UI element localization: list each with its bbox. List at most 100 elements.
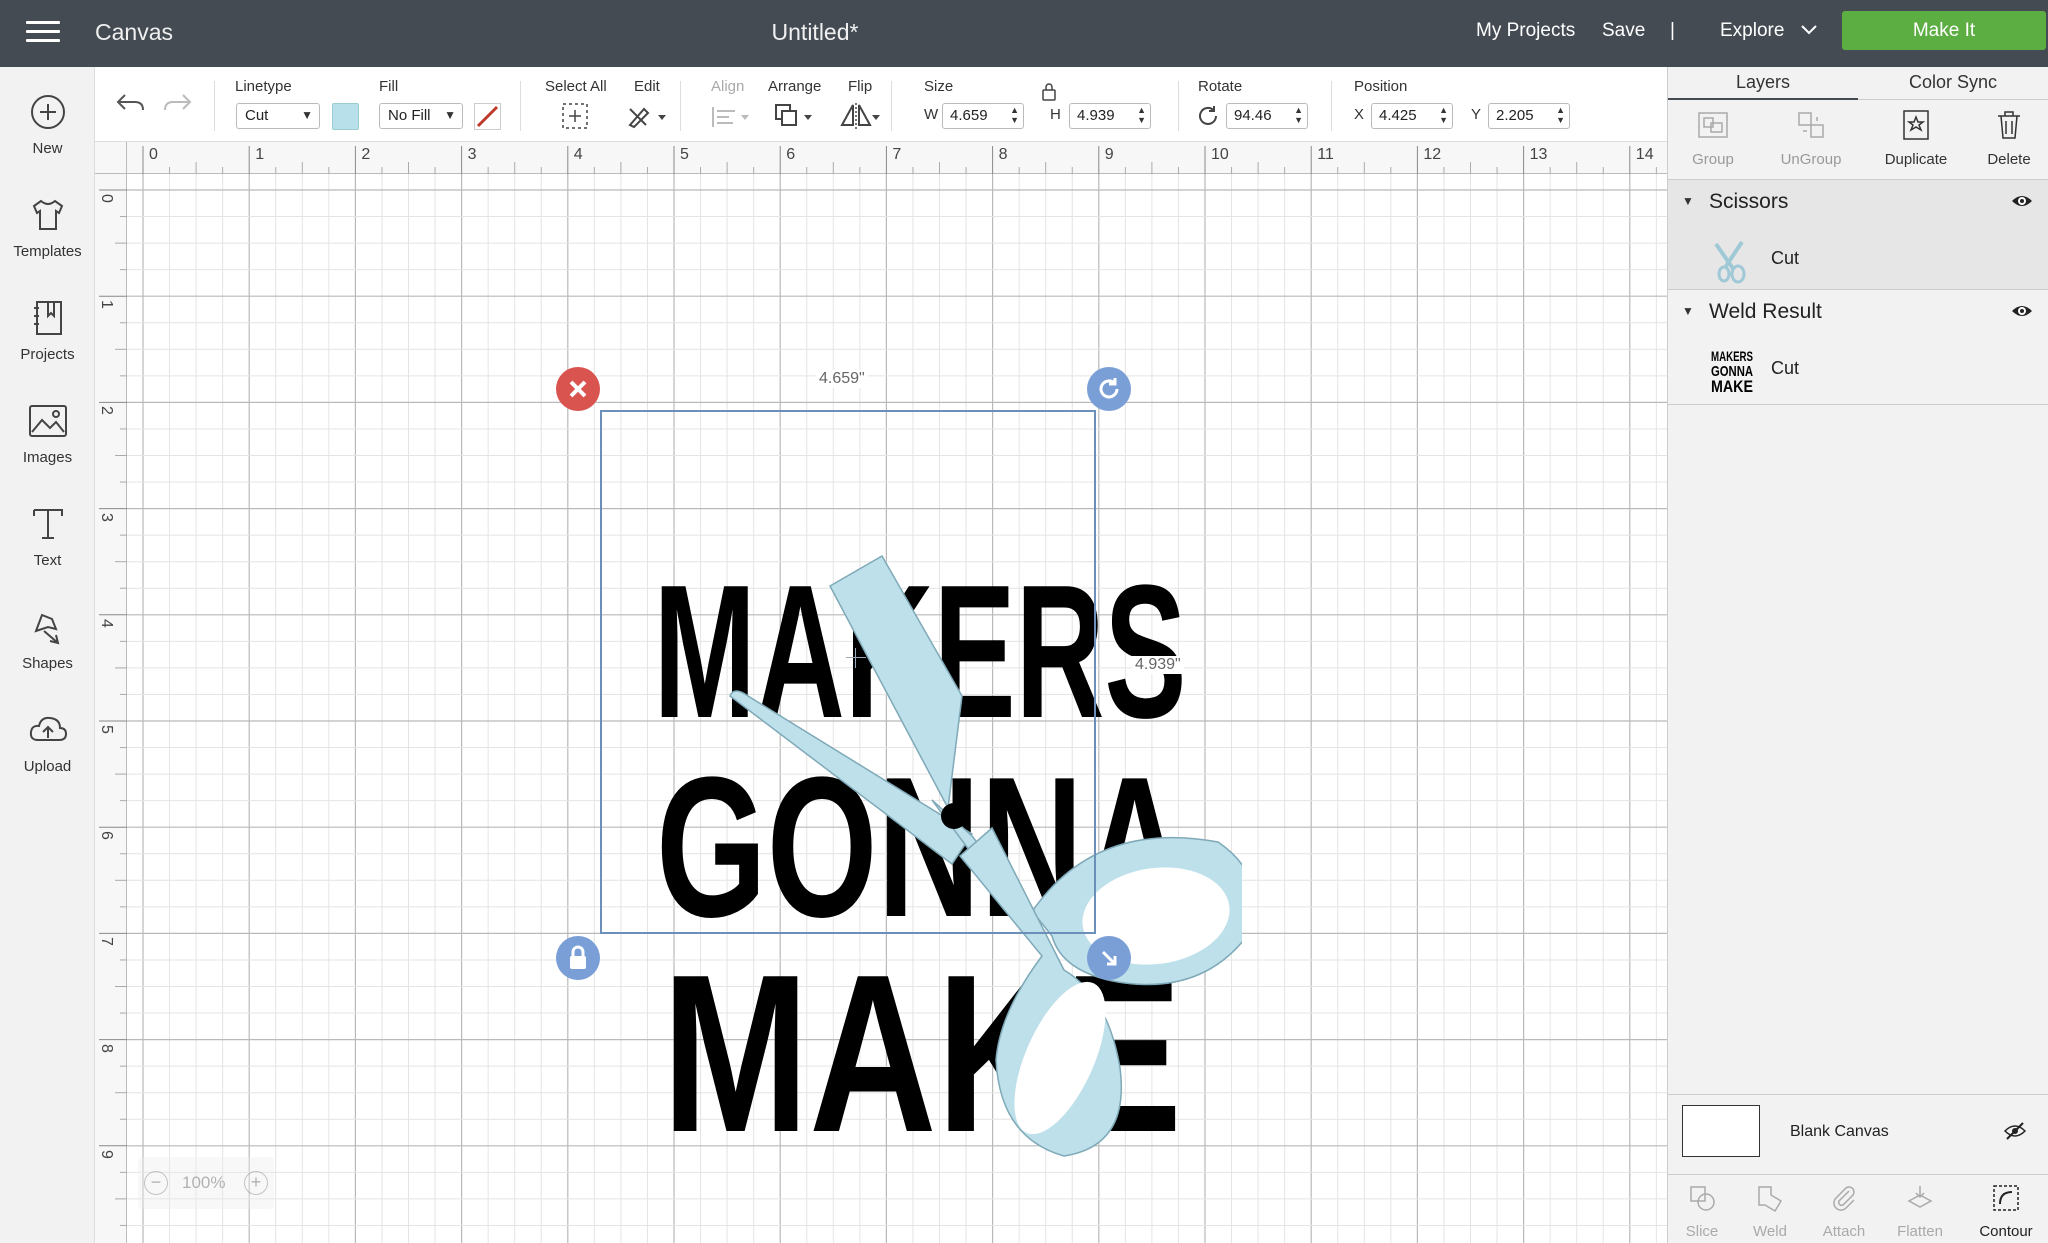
flip-icon[interactable] [839, 101, 881, 131]
linetype-value: Cut [245, 107, 269, 124]
undo-icon[interactable] [115, 89, 147, 117]
explore-dropdown[interactable]: Explore [1720, 20, 1817, 42]
select-all-icon[interactable] [560, 101, 590, 131]
fill-select[interactable]: No Fill ▼ [379, 103, 463, 129]
blank-canvas-row[interactable]: Blank Canvas [1668, 1094, 2048, 1174]
delete-handle[interactable] [556, 367, 600, 411]
toolbar-divider [891, 81, 892, 131]
fill-value: No Fill [388, 107, 431, 124]
slice-label: Slice [1685, 1223, 1719, 1240]
layer-group-weld-result[interactable]: ▼ Weld Result MAKERS GONNA MAKE Cut [1668, 289, 2048, 405]
top-bar: Canvas Untitled* My Projects Save | Expl… [0, 0, 2048, 67]
eye-icon[interactable] [2011, 193, 2033, 209]
layer-group-scissors[interactable]: ▼ Scissors Cut [1668, 179, 2048, 289]
height-letter: H [1050, 106, 1061, 123]
ruler-number: 0 [98, 194, 115, 203]
rotate-handle[interactable] [1087, 367, 1131, 411]
collapse-triangle-icon[interactable]: ▼ [1682, 304, 1694, 318]
ruler-number: 8 [998, 146, 1008, 163]
nav-projects[interactable]: Projects [0, 296, 95, 386]
blank-canvas-swatch[interactable] [1682, 1105, 1760, 1157]
duplicate-button[interactable]: Duplicate [1866, 107, 1966, 168]
stepper-icon[interactable]: ▲ ▼ [1439, 105, 1448, 125]
layer-group-header[interactable]: ▼ Weld Result [1668, 290, 2048, 334]
attach-button: Attach [1810, 1183, 1878, 1240]
trash-icon [1998, 111, 2020, 139]
rotate-input[interactable]: 94.46 ▲ ▼ [1226, 103, 1308, 129]
nav-templates[interactable]: Templates [0, 193, 95, 283]
nav-text[interactable]: Text [0, 502, 95, 592]
layer-row-label: Cut [1771, 248, 1800, 268]
nav-new[interactable]: New [0, 90, 95, 180]
delete-button[interactable]: Delete [1964, 107, 2048, 168]
linetype-select[interactable]: Cut ▼ [236, 103, 320, 129]
arrange-icon[interactable] [772, 101, 814, 131]
select-all-label: Select All [545, 78, 607, 95]
app-window: Canvas Untitled* My Projects Save | Expl… [0, 0, 2048, 1243]
eye-icon[interactable] [2011, 303, 2033, 319]
stepper-icon[interactable]: ▲ ▼ [1137, 105, 1146, 125]
weld-result-thumbnail: MAKERS GONNA MAKE [1711, 348, 1753, 394]
width-value: 4.659 [950, 107, 988, 124]
lock-proportion-handle[interactable] [556, 936, 600, 980]
x-position-input[interactable]: 4.425 ▲ ▼ [1371, 103, 1453, 129]
rotate-label: Rotate [1198, 78, 1243, 95]
nav-upload[interactable]: Upload [0, 708, 95, 798]
width-letter: W [924, 106, 939, 123]
collapse-triangle-icon[interactable]: ▼ [1682, 194, 1694, 208]
stepper-icon[interactable]: ▲ ▼ [1294, 105, 1303, 125]
stepper-icon[interactable]: ▲ ▼ [1010, 105, 1019, 125]
panel-bottom-tools: Slice Weld Attach Flatten Contour [1668, 1174, 2048, 1243]
resize-handle[interactable] [1087, 936, 1131, 980]
my-projects-link[interactable]: My Projects [1476, 20, 1575, 42]
ruler-number: 14 [1635, 146, 1654, 163]
width-input[interactable]: 4.659 ▲ ▼ [942, 103, 1024, 129]
tab-color-sync[interactable]: Color Sync [1858, 72, 2048, 93]
ungroup-label: UnGroup [1780, 151, 1842, 168]
svg-text:MAKE: MAKE [1711, 377, 1753, 394]
nav-shapes[interactable]: Shapes [0, 605, 95, 695]
center-crosshair [846, 648, 866, 668]
toolbar-divider [1178, 81, 1179, 131]
no-fill-swatch-icon[interactable] [474, 103, 501, 130]
nav-templates-label: Templates [13, 243, 82, 260]
make-it-button[interactable]: Make It [1842, 11, 2046, 50]
nav-projects-label: Projects [20, 346, 75, 363]
top-divider: | [1670, 20, 1675, 41]
design-canvas[interactable]: MAKERS GONNA MAKE 4.659" 4.939" [127, 174, 1667, 1243]
lock-icon [570, 945, 586, 969]
eye-hidden-icon[interactable] [2003, 1121, 2027, 1141]
edit-tools-icon[interactable] [626, 101, 668, 131]
horizontal-ruler: 0 1 2 3 4 5 6 7 8 9 10 11 12 13 14 [95, 142, 1667, 174]
document-title[interactable]: Untitled* [0, 19, 1630, 46]
notebook-icon [33, 301, 62, 335]
contour-button[interactable]: Contour [1972, 1183, 2040, 1240]
rotate-value: 94.46 [1234, 107, 1272, 124]
blank-canvas-label: Blank Canvas [1790, 1123, 1889, 1140]
tab-layers[interactable]: Layers [1668, 72, 1858, 100]
save-button[interactable]: Save [1602, 20, 1645, 42]
left-sidebar: New Templates Projects Images Text Shape… [0, 67, 95, 1243]
toolbar-divider [214, 81, 215, 131]
zoom-out-button[interactable]: − [144, 1171, 168, 1195]
y-position-input[interactable]: 2.205 ▲ ▼ [1488, 103, 1570, 129]
stepper-icon[interactable]: ▲ ▼ [1556, 105, 1565, 125]
panel-tabs: Layers Color Sync [1668, 67, 2048, 100]
explore-label: Explore [1720, 20, 1785, 41]
redo-icon[interactable] [161, 89, 193, 117]
layer-row[interactable]: Cut [1668, 224, 2048, 294]
layer-group-header[interactable]: ▼ Scissors [1668, 180, 2048, 224]
weld-icon [1758, 1186, 1783, 1213]
layer-row[interactable]: MAKERS GONNA MAKE Cut [1668, 334, 2048, 404]
contour-icon [1993, 1185, 2019, 1211]
layers-panel: Layers Color Sync Group UnGroup Duplicat… [1667, 67, 2048, 1243]
weld-button: Weld [1736, 1183, 1804, 1240]
zoom-in-button[interactable]: + [244, 1171, 268, 1195]
height-input[interactable]: 4.939 ▲ ▼ [1069, 103, 1151, 129]
nav-images[interactable]: Images [0, 399, 95, 489]
linetype-color-swatch[interactable] [332, 103, 359, 130]
x-position-value: 4.425 [1379, 107, 1417, 124]
upload-cloud-icon [29, 716, 67, 741]
ruler-number: 4 [98, 618, 115, 628]
lock-icon[interactable] [1041, 83, 1057, 101]
